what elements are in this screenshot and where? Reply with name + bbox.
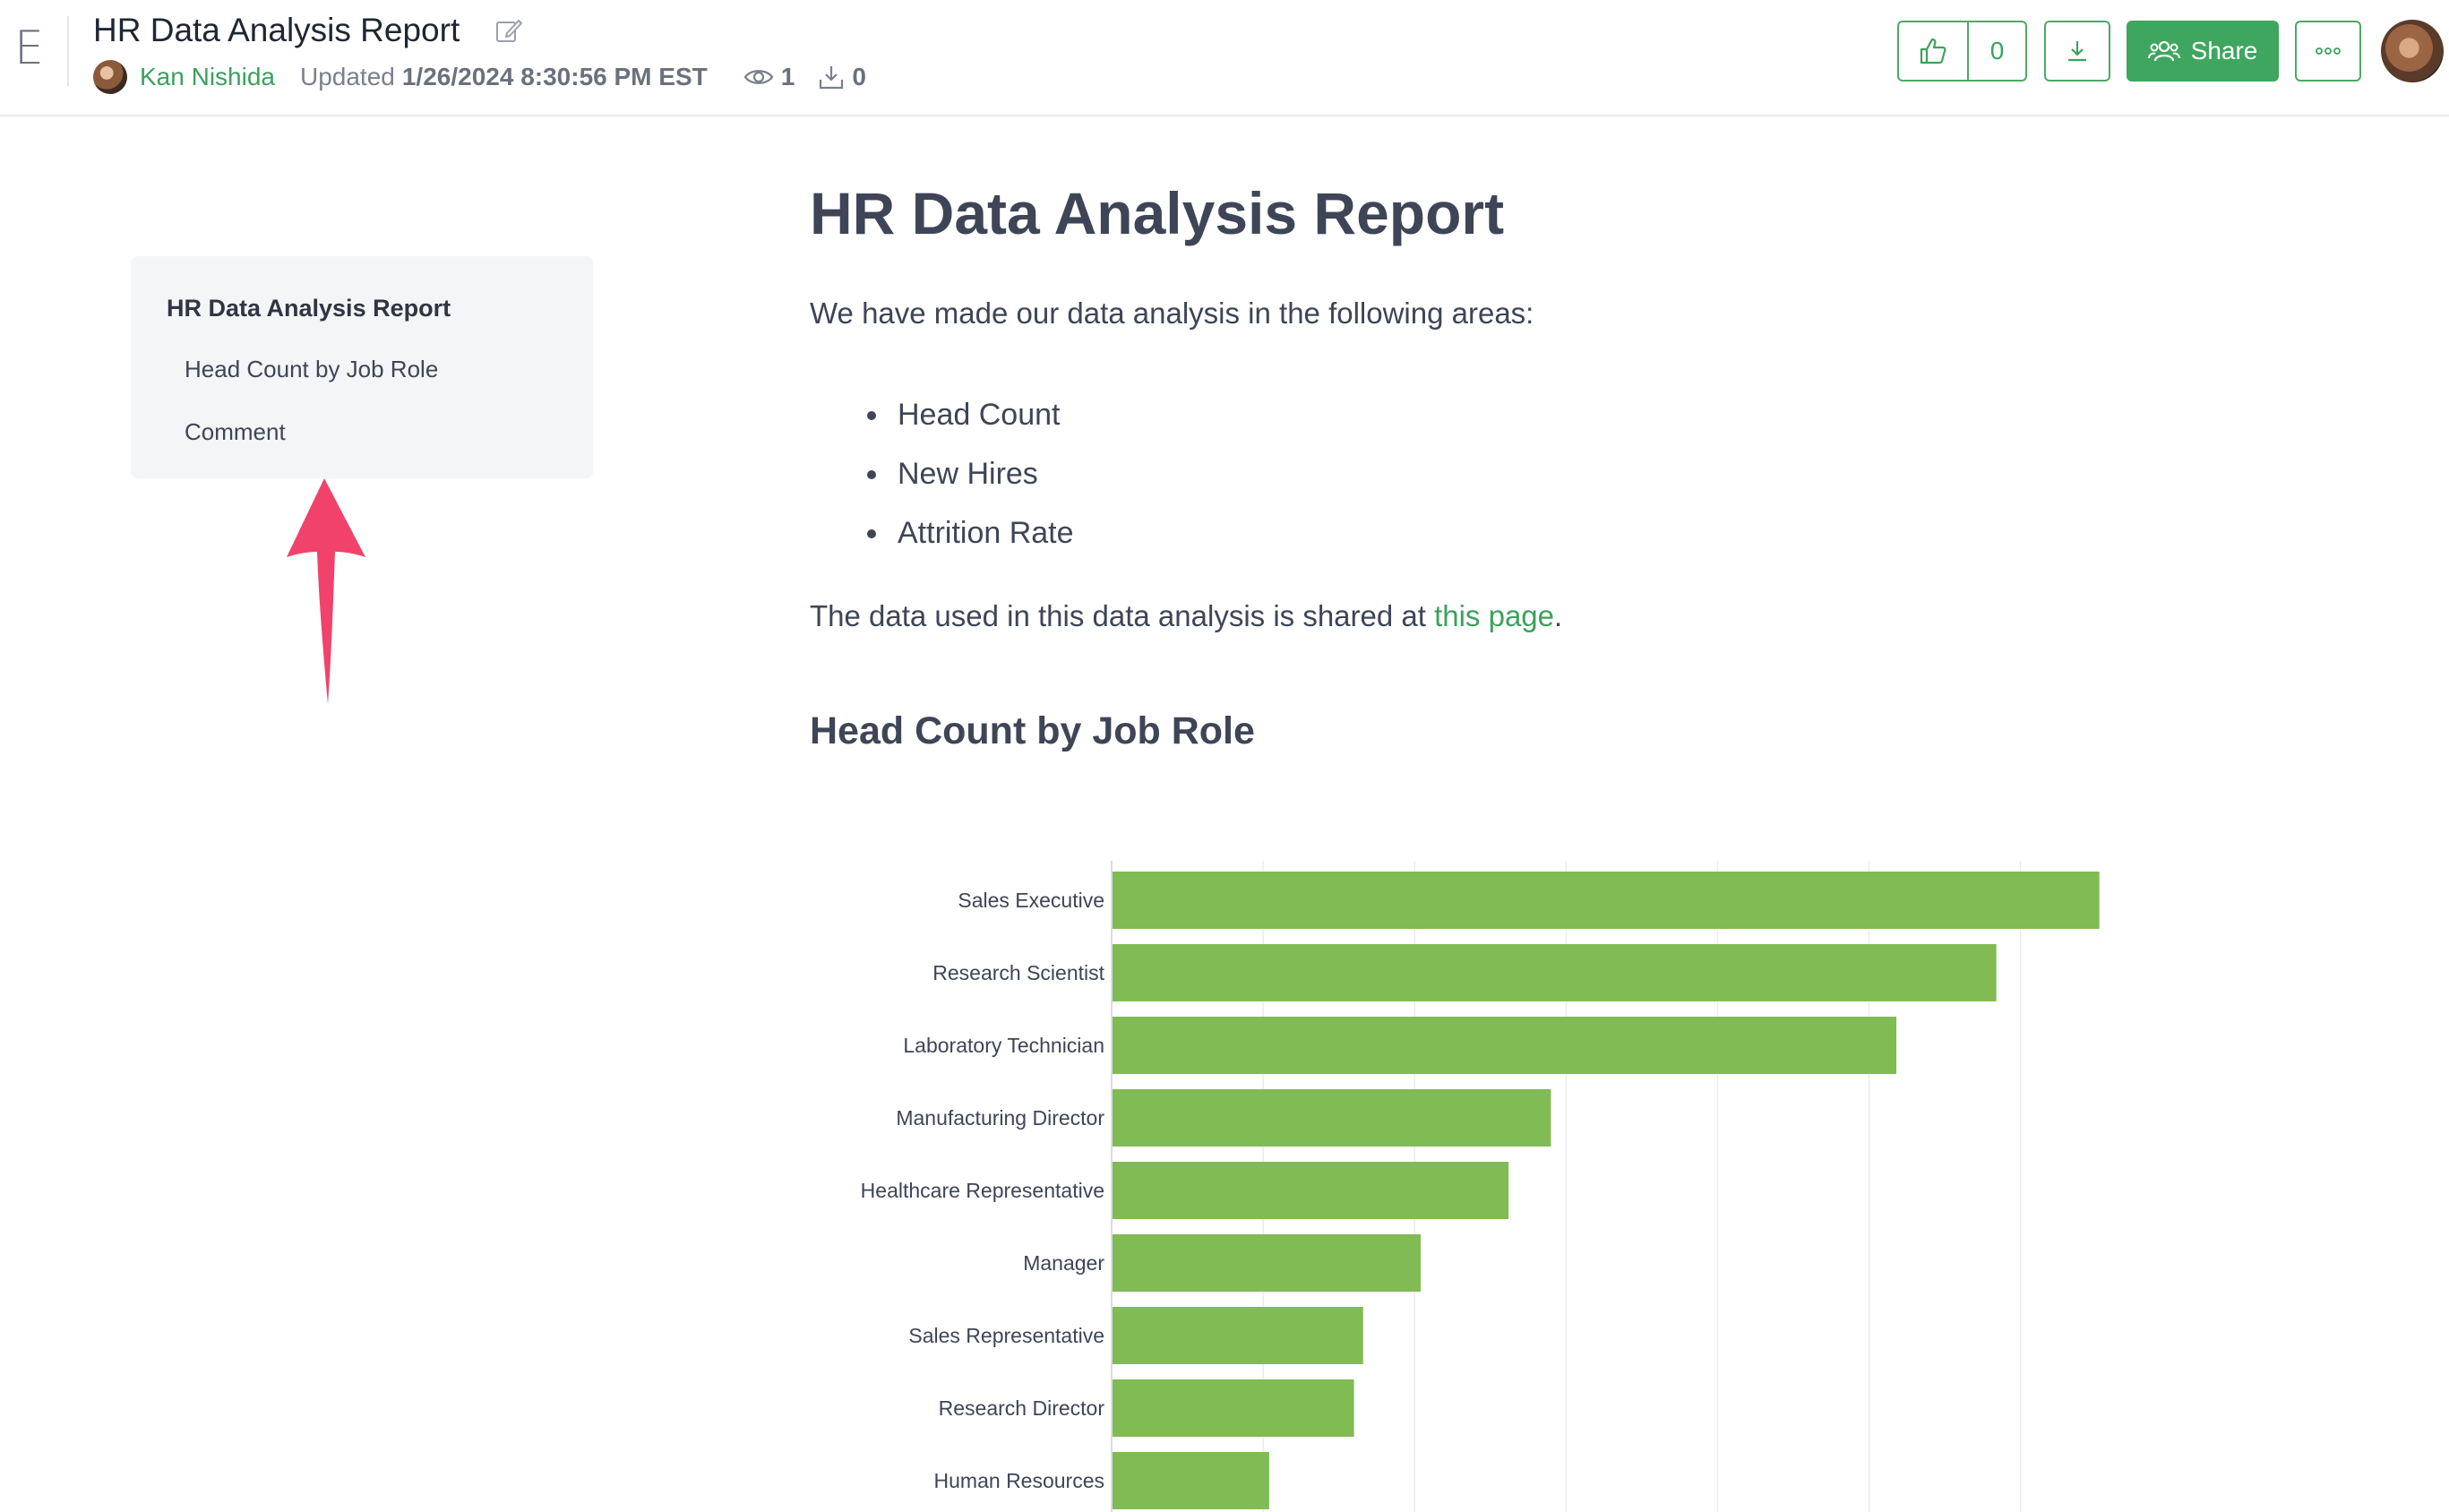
data-note-suffix: .	[1554, 599, 1563, 632]
category-label: Human Resources	[934, 1469, 1104, 1492]
download-tray-icon	[820, 66, 844, 90]
updated-date: 1/26/2024 8:30:56 PM EST	[401, 63, 708, 90]
category-label: Research Scientist	[932, 961, 1104, 984]
like-count: 0	[1989, 37, 2005, 64]
toc-item-comment[interactable]: Comment	[167, 416, 593, 448]
toc-item-head-count[interactable]: Head Count by Job Role	[167, 353, 593, 385]
category-label: Manufacturing Director	[896, 1106, 1104, 1130]
table-of-contents: HR Data Analysis Report Head Count by Jo…	[131, 256, 593, 478]
edit-icon[interactable]	[494, 16, 523, 45]
toc-title[interactable]: HR Data Analysis Report	[167, 292, 593, 324]
thumbs-up-icon	[1920, 38, 1946, 64]
data-page-link[interactable]: this page	[1434, 599, 1554, 632]
download-icon	[2068, 41, 2086, 62]
app-menu-icon[interactable]: E	[14, 25, 44, 72]
view-count-value: 1	[780, 63, 795, 90]
bar-sales-representative	[1112, 1307, 1363, 1364]
author-link[interactable]: Kan Nishida	[140, 63, 275, 91]
share-button[interactable]: Share	[2127, 21, 2279, 82]
bar-research-director	[1112, 1379, 1354, 1437]
category-label: Healthcare Representative	[861, 1179, 1104, 1202]
analysis-areas-list: Head Count New Hires Attrition Rate	[867, 385, 1074, 563]
like-button[interactable]	[1899, 22, 1969, 80]
category-label: Sales Representative	[908, 1324, 1104, 1347]
document-title: HR Data Analysis Report	[93, 12, 460, 48]
download-count: 0	[818, 63, 866, 91]
category-label: Manager	[1023, 1251, 1104, 1275]
bar-research-scientist	[1112, 944, 1997, 1001]
share-label: Share	[2190, 37, 2258, 64]
bar-manager	[1112, 1234, 1421, 1292]
more-dots-icon	[2316, 47, 2341, 55]
top-header: E HR Data Analysis Report Kan Nishida Up…	[0, 0, 2449, 116]
bar-healthcare-representative	[1112, 1162, 1509, 1219]
head-count-bar-chart: Sales Executive Research Scientist Laborat…	[861, 861, 2100, 1512]
list-item: New Hires	[867, 444, 1074, 503]
bar-manufacturing-director	[1112, 1089, 1551, 1147]
bar-human-resources	[1112, 1452, 1269, 1509]
more-options-button[interactable]	[2295, 21, 2361, 82]
intro-text: We have made our data analysis in the fo…	[810, 296, 1534, 330]
data-note-prefix: The data used in this data analysis is s…	[810, 599, 1435, 632]
category-label: Laboratory Technician	[903, 1034, 1104, 1057]
download-button[interactable]	[2044, 21, 2110, 82]
author-avatar[interactable]	[93, 60, 127, 94]
eye-icon	[743, 70, 774, 84]
bar-laboratory-technician	[1112, 1017, 1897, 1074]
like-button-group: 0	[1897, 21, 2027, 82]
category-label: Research Director	[939, 1396, 1105, 1420]
document-meta: Kan Nishida Updated 1/26/2024 8:30:56 PM…	[93, 59, 889, 95]
list-item: Head Count	[867, 385, 1074, 444]
updated-label: Updated	[299, 63, 395, 90]
section-title-head-count: Head Count by Job Role	[810, 709, 1255, 752]
page-title: HR Data Analysis Report	[810, 180, 1505, 246]
annotation-arrow	[287, 478, 365, 704]
header-divider	[67, 16, 69, 86]
user-avatar[interactable]	[2381, 20, 2444, 82]
data-source-note: The data used in this data analysis is s…	[810, 597, 1562, 636]
download-count-value: 0	[852, 63, 866, 90]
list-item: Attrition Rate	[867, 503, 1074, 563]
view-count: 1	[743, 63, 795, 91]
category-label: Sales Executive	[958, 889, 1104, 912]
bar-sales-executive	[1112, 872, 2100, 929]
users-icon	[2147, 40, 2180, 62]
